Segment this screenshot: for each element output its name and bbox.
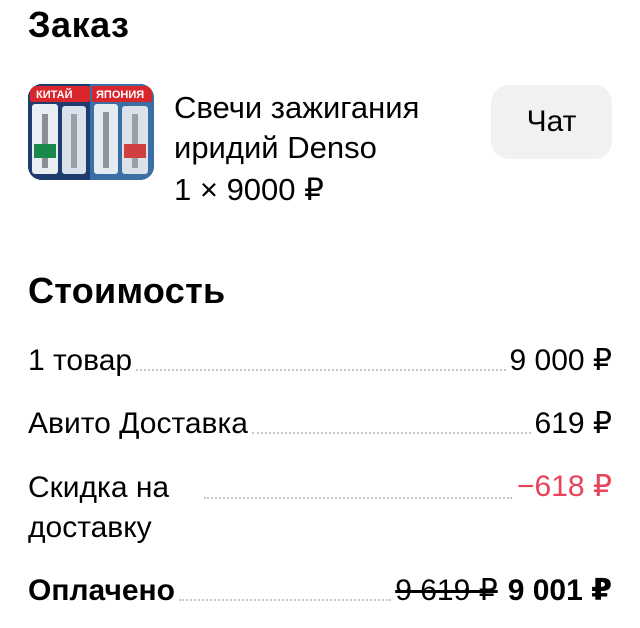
dotted-leader: [179, 599, 392, 601]
chat-button[interactable]: Чат: [491, 85, 612, 159]
cost-row-discount: Скидка на доставку −618 ₽: [28, 468, 612, 552]
order-screen: Заказ КИТАЙ ЯПОНИЯ Свечи зажигания ириди…: [0, 0, 640, 628]
product-quantity-price: 1 × 9000 ₽: [174, 172, 324, 207]
cost-title: Стоимость: [28, 270, 226, 311]
spark-plugs-image: КИТАЙ ЯПОНИЯ: [28, 84, 154, 180]
discount-value: −618 ₽: [517, 470, 612, 503]
dotted-leader: [136, 369, 506, 371]
dotted-leader: [204, 497, 512, 499]
delivery-label: Авито Доставка: [28, 407, 248, 440]
paid-label: Оплачено: [28, 574, 175, 607]
items-label: 1 товар: [28, 344, 133, 377]
image-label-right: ЯПОНИЯ: [96, 89, 144, 101]
paid-value: 9 001 ₽: [507, 574, 612, 607]
product-name[interactable]: Свечи зажигания иридий Denso: [174, 88, 484, 168]
order-title: Заказ: [28, 4, 130, 45]
image-label-left: КИТАЙ: [36, 88, 73, 101]
cost-row-items: 1 товар 9 000 ₽: [28, 342, 612, 380]
cost-row-delivery: Авито Доставка 619 ₽: [28, 405, 612, 443]
paid-old-value: 9 619 ₽: [395, 574, 498, 607]
paid-values: 9 619 ₽ 9 001 ₽: [395, 572, 612, 610]
cost-row-paid: Оплачено 9 619 ₽ 9 001 ₽: [28, 572, 612, 610]
delivery-value: 619 ₽: [534, 407, 612, 440]
items-value: 9 000 ₽: [509, 344, 613, 377]
dotted-leader: [251, 432, 531, 434]
product-image[interactable]: КИТАЙ ЯПОНИЯ: [28, 84, 154, 180]
discount-label: Скидка на доставку: [28, 471, 170, 544]
